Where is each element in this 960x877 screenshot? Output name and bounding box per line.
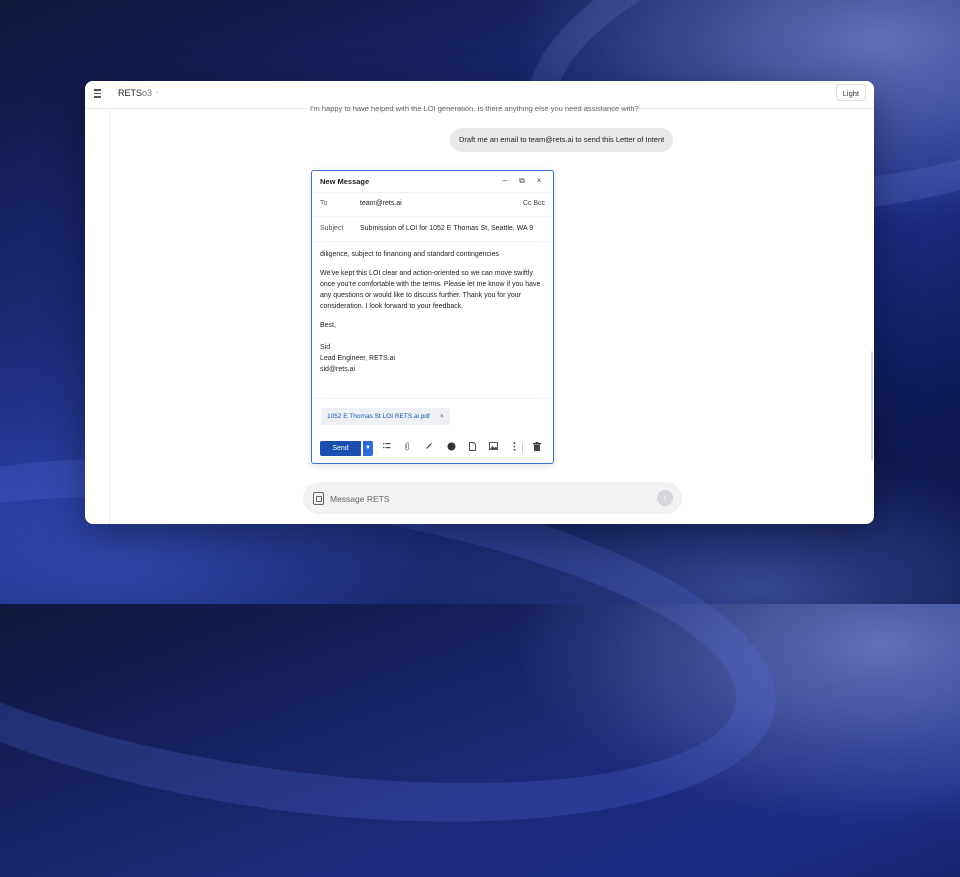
model-selector[interactable]: o3 bbox=[142, 88, 152, 98]
assistant-message: I'm happy to have helped with the LOI ge… bbox=[310, 106, 639, 113]
compose-toolbar: Send ▼ bbox=[320, 439, 548, 457]
close-icon[interactable]: × bbox=[534, 176, 544, 185]
trash-icon[interactable] bbox=[532, 442, 542, 454]
message-body[interactable]: diligence, subject to financing and stan… bbox=[320, 249, 548, 399]
compose-header: New Message – ⧉ × bbox=[312, 171, 553, 193]
divider bbox=[312, 398, 553, 399]
user-message-bubble: Draft me an email to team@rets.ai to sen… bbox=[450, 128, 674, 152]
send-options-icon[interactable]: ▼ bbox=[363, 441, 373, 456]
document-icon[interactable] bbox=[467, 442, 477, 454]
link-icon[interactable] bbox=[424, 442, 434, 454]
popout-icon[interactable]: ⧉ bbox=[517, 176, 527, 186]
more-icon[interactable] bbox=[509, 442, 519, 454]
left-rail bbox=[85, 108, 110, 524]
subject-row[interactable]: Subject Submission of LOI for 1052 E Tho… bbox=[312, 217, 553, 242]
message-composer: ↑ bbox=[303, 482, 682, 514]
signature-name: Sid bbox=[320, 344, 331, 351]
scrollbar[interactable] bbox=[871, 351, 873, 461]
attachment-name[interactable]: 1052 E Thomas St LOI RETS.ai.pdf bbox=[327, 413, 430, 420]
minimize-icon[interactable]: – bbox=[500, 176, 510, 185]
attachment-chip[interactable]: 1052 E Thomas St LOI RETS.ai.pdf × bbox=[321, 408, 450, 425]
body-closing: Best, bbox=[320, 322, 336, 329]
menu-icon[interactable] bbox=[94, 87, 106, 99]
send-button[interactable]: Send bbox=[320, 441, 361, 456]
signature-email: sid@rets.ai bbox=[320, 366, 356, 373]
toolbar-divider bbox=[522, 443, 523, 453]
to-field[interactable]: team@rets.ai bbox=[360, 200, 402, 207]
to-row[interactable]: To team@rets.ai Cc Bcc bbox=[312, 192, 553, 217]
top-bar: RETS o3 · Light bbox=[85, 81, 874, 109]
send-message-icon[interactable]: ↑ bbox=[657, 490, 673, 506]
attach-file-icon[interactable] bbox=[313, 492, 324, 505]
format-list-icon[interactable] bbox=[382, 442, 392, 454]
subject-label: Subject bbox=[320, 225, 344, 232]
subject-field[interactable]: Submission of LOI for 1052 E Thomas St, … bbox=[360, 225, 533, 232]
theme-toggle-button[interactable]: Light bbox=[835, 84, 866, 101]
attach-clip-icon[interactable] bbox=[402, 442, 412, 454]
message-input[interactable] bbox=[328, 490, 632, 508]
to-label: To bbox=[320, 200, 328, 207]
remove-attachment-icon[interactable]: × bbox=[440, 413, 444, 420]
compose-window: New Message – ⧉ × To team@rets.ai Cc Bcc… bbox=[311, 170, 554, 464]
emoji-icon[interactable] bbox=[446, 442, 456, 454]
app-window: RETS o3 · Light I'm happy to have helped… bbox=[85, 81, 874, 524]
compose-title: New Message bbox=[320, 177, 370, 186]
app-title: RETS bbox=[118, 88, 143, 98]
body-paragraph: We've kept this LOI clear and action-ori… bbox=[320, 270, 541, 310]
body-line: diligence, subject to financing and stan… bbox=[320, 251, 500, 258]
model-dot: · bbox=[156, 87, 159, 97]
signature-title: Lead Engineer, RETS.ai bbox=[320, 355, 396, 362]
cc-bcc-link[interactable]: Cc Bcc bbox=[523, 200, 545, 207]
image-icon[interactable] bbox=[488, 442, 498, 454]
